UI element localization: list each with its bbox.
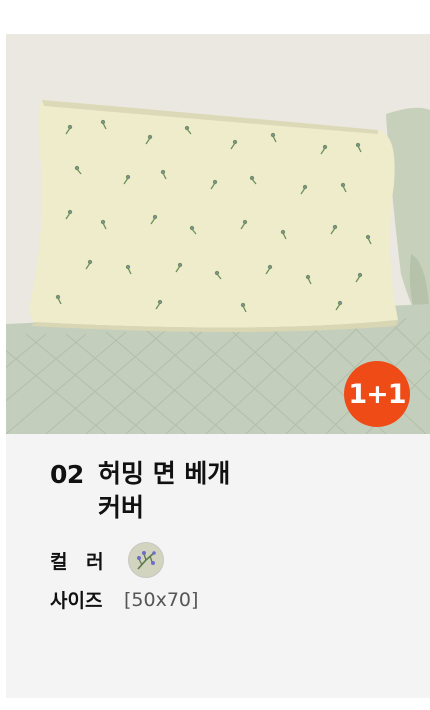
promo-badge-text: 1+1 bbox=[348, 378, 406, 410]
product-info: 02 허밍 면 베개커버 컬 러 사이즈 [50x70] bbox=[6, 434, 430, 698]
product-card[interactable]: 1+1 02 허밍 면 베개커버 컬 러 사이즈 [50x70] bbox=[6, 34, 430, 698]
color-label: 컬 러 bbox=[50, 550, 110, 573]
product-photo[interactable]: 1+1 bbox=[6, 34, 430, 434]
size-option: 사이즈 [50x70] bbox=[50, 586, 198, 613]
color-swatch[interactable] bbox=[128, 542, 164, 578]
floral-sprig-icon bbox=[137, 551, 156, 570]
product-number: 02 bbox=[50, 460, 84, 489]
product-title: 02 허밍 면 베개커버 bbox=[50, 459, 248, 525]
size-label: 사이즈 bbox=[50, 590, 103, 612]
color-option: 컬 러 bbox=[50, 542, 164, 578]
product-name: 허밍 면 베개커버 bbox=[98, 459, 231, 522]
size-value: [50x70] bbox=[124, 588, 199, 611]
promo-badge: 1+1 bbox=[344, 361, 410, 427]
